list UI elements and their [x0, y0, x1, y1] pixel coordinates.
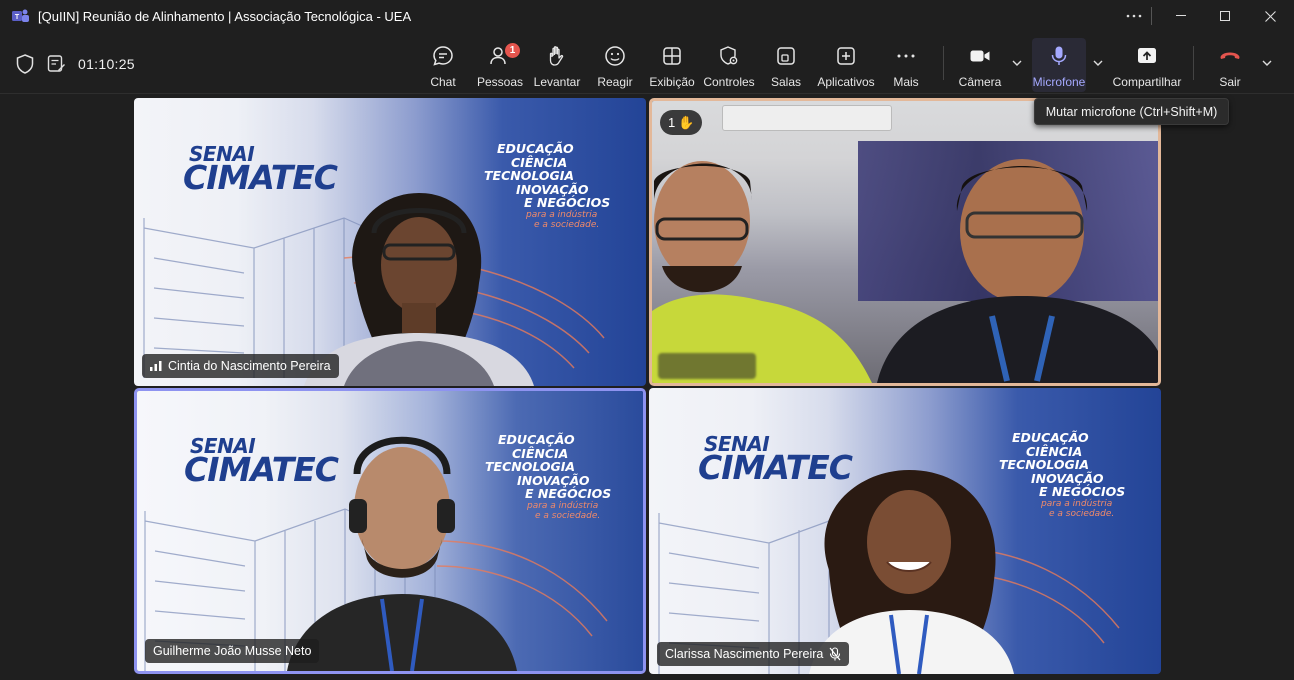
react-label: Reagir	[597, 75, 633, 89]
people-button[interactable]: Pessoas 1	[476, 40, 524, 90]
hand-icon	[549, 46, 564, 66]
controls-button[interactable]: Controles	[703, 40, 755, 90]
more-button[interactable]: Mais	[891, 40, 921, 90]
teams-logo-icon: T	[12, 9, 29, 22]
participant-nametag: Guilherme João Musse Neto	[145, 639, 320, 663]
raise-hand-button[interactable]: Levantar	[533, 40, 581, 90]
participant-nametag: Cintia do Nascimento Pereira	[142, 354, 339, 378]
participant-name: Cintia do Nascimento Pereira	[168, 359, 331, 373]
video-tile-active-speaker[interactable]: SENAI CIMATEC EDUCAÇÃO CIÊNCIA TECNOLOGI…	[134, 388, 646, 674]
meeting-timer: 01:10:25	[78, 56, 135, 72]
leave-options-chevron-icon[interactable]	[1260, 56, 1274, 70]
raised-hand-icon: ✋	[678, 114, 695, 130]
window-title: [QuIIN] Reunião de Alinhamento | Associa…	[38, 9, 412, 24]
camera-options-chevron-icon[interactable]	[1010, 56, 1024, 70]
participant-name: Guilherme João Musse Neto	[153, 644, 312, 658]
microphone-label: Microfone	[1032, 75, 1086, 89]
shield-icon[interactable]	[16, 54, 34, 74]
video-tile-hand-raised[interactable]: 1 ✋	[649, 98, 1161, 386]
camera-icon	[970, 50, 990, 62]
react-button[interactable]: Reagir	[596, 40, 634, 90]
chat-button[interactable]: Chat	[424, 40, 462, 90]
meeting-notes-icon[interactable]	[47, 54, 66, 73]
share-label: Compartilhar	[1112, 75, 1182, 89]
ellipsis-icon	[1126, 14, 1142, 18]
participant-video	[287, 436, 517, 671]
air-conditioner	[722, 105, 892, 131]
participant-video	[652, 159, 1158, 383]
participant-name: Clarissa Nascimento Pereira	[665, 647, 824, 661]
microphone-button[interactable]: Microfone	[1032, 38, 1086, 92]
title-divider	[1151, 7, 1152, 25]
view-button[interactable]: Exibição	[649, 40, 695, 90]
mic-muted-icon	[829, 647, 841, 661]
signal-bars-icon	[150, 361, 162, 371]
smiley-icon	[605, 46, 625, 66]
svg-text:T: T	[15, 14, 20, 21]
raised-hand-badge: 1 ✋	[660, 110, 703, 135]
maximize-button[interactable]	[1205, 0, 1245, 32]
ellipsis-icon	[897, 54, 915, 58]
minimize-icon	[1176, 15, 1186, 16]
raise-hand-label: Levantar	[533, 75, 581, 89]
camera-label: Câmera	[958, 75, 1002, 89]
more-options-button[interactable]	[1114, 0, 1154, 32]
mute-tooltip: Mutar microfone (Ctrl+Shift+M)	[1034, 98, 1229, 125]
share-button[interactable]: Compartilhar	[1112, 40, 1182, 90]
title-bar: T [QuIIN] Reunião de Alinhamento | Assoc…	[0, 0, 1294, 32]
close-icon	[1264, 10, 1276, 22]
camera-button[interactable]: Câmera	[958, 40, 1002, 90]
toolbar-divider-2	[1193, 46, 1194, 80]
maximize-icon	[1220, 11, 1230, 21]
chat-label: Chat	[430, 75, 456, 89]
breakout-rooms-button[interactable]: Salas	[768, 40, 804, 90]
participant-nametag: Clarissa Nascimento Pereira	[657, 642, 850, 666]
leave-button[interactable]: Sair	[1214, 40, 1246, 90]
hand-count: 1	[668, 115, 676, 130]
mic-options-chevron-icon[interactable]	[1091, 56, 1105, 70]
cimatec-logo: CIMATEC	[183, 158, 338, 197]
more-label: Mais	[893, 75, 919, 89]
toolbar-divider	[943, 46, 944, 80]
view-label: Exibição	[649, 75, 695, 89]
rooms-icon	[777, 47, 795, 65]
apps-button[interactable]: Aplicativos	[817, 40, 875, 90]
video-tile[interactable]: SENAI CIMATEC EDUCAÇÃO CIÊNCIA TECNOLOGI…	[134, 98, 646, 386]
grid-view-icon	[663, 47, 681, 65]
people-notification-badge: 1	[505, 43, 520, 58]
apps-label: Aplicativos	[817, 75, 875, 89]
hang-up-icon	[1220, 52, 1240, 59]
close-button[interactable]	[1250, 0, 1290, 32]
people-label: Pessoas	[476, 75, 524, 89]
add-app-icon	[837, 47, 855, 65]
meeting-toolbar: 01:10:25 Chat Pessoas 1 Levantar Reagir …	[0, 32, 1294, 94]
chat-icon	[433, 46, 453, 66]
rooms-label: Salas	[770, 75, 802, 89]
controls-label: Controles	[703, 75, 755, 89]
shield-gear-icon	[720, 46, 738, 65]
share-screen-icon	[1138, 48, 1156, 63]
leave-label: Sair	[1219, 75, 1241, 89]
blurred-nametag	[658, 353, 756, 379]
video-tile[interactable]: SENAI CIMATEC EDUCAÇÃO CIÊNCIA TECNOLOGI…	[649, 388, 1161, 674]
minimize-button[interactable]	[1161, 0, 1201, 32]
microphone-icon	[1051, 46, 1067, 65]
